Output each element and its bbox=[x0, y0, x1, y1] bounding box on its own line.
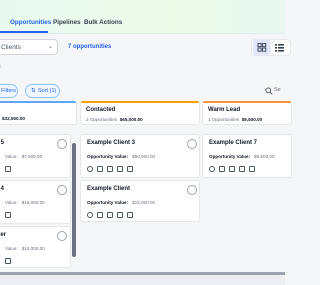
card-title: Example Client 7 bbox=[209, 140, 258, 146]
opportunity-count: 7 opportunities bbox=[68, 44, 112, 50]
opportunity-card[interactable]: t 5 Value:$7,500.00 bbox=[0, 134, 71, 178]
grid-view-button[interactable] bbox=[253, 40, 271, 55]
column-header-warm-lead: Warm Lead 1 Opportunities $9,500.00 bbox=[202, 101, 292, 125]
sort-label: Sort (1) bbox=[38, 88, 57, 94]
tab-pipelines[interactable]: Pipelines bbox=[53, 19, 81, 26]
opportunity-card[interactable]: Example Client Opportunity Value: $15,000… bbox=[80, 180, 200, 222]
tag-icon[interactable] bbox=[219, 166, 225, 172]
column-title: Warm Lead bbox=[208, 107, 241, 113]
search-input[interactable]: Se bbox=[262, 84, 292, 98]
column-color-bar bbox=[0, 101, 76, 103]
card-title: t 4 bbox=[0, 186, 5, 192]
header-fragment-label: ıt bbox=[0, 64, 1, 70]
card-title: Example Client bbox=[87, 186, 131, 192]
search-icon bbox=[265, 87, 273, 95]
calendar-icon[interactable] bbox=[5, 166, 11, 172]
column-header-contacted: Contacted 2 Opportunities $65,000.00 bbox=[80, 101, 200, 125]
column-total: $32,500.00 bbox=[2, 116, 25, 121]
top-tab-bar: Opportunities Pipelines Bulk Actions bbox=[0, 0, 285, 34]
sort-icon: ⇅ bbox=[31, 88, 36, 94]
calendar-icon[interactable] bbox=[249, 166, 255, 172]
opportunity-card[interactable]: lier Value:$10,000.00 bbox=[0, 226, 71, 268]
horizontal-scrollbar[interactable] bbox=[0, 272, 285, 285]
tag-icon[interactable] bbox=[97, 166, 103, 172]
card-value: Opportunity Value: $50,000.00 bbox=[87, 154, 156, 159]
chat-icon[interactable] bbox=[209, 166, 215, 172]
tab-opportunities[interactable]: Opportunities bbox=[10, 19, 51, 26]
assign-user-icon[interactable] bbox=[57, 185, 67, 195]
document-icon[interactable] bbox=[107, 166, 113, 172]
assign-user-icon[interactable] bbox=[187, 185, 197, 195]
card-value: Opportunity Value: $9,500.00 bbox=[209, 154, 275, 159]
chat-icon[interactable] bbox=[87, 212, 93, 218]
column-meta: 1 Opportunities $9,500.00 bbox=[208, 117, 263, 122]
column-title: Contacted bbox=[86, 107, 116, 113]
opportunity-card[interactable]: Example Client 3 Opportunity Value: $50,0… bbox=[80, 134, 200, 178]
document-icon[interactable] bbox=[229, 166, 235, 172]
assign-user-icon[interactable] bbox=[187, 139, 197, 149]
note-icon[interactable] bbox=[117, 166, 123, 172]
column-meta: 2 Opportunities $65,000.00 bbox=[86, 117, 143, 122]
card-title: t 5 bbox=[0, 140, 5, 146]
assign-user-icon[interactable] bbox=[57, 139, 67, 149]
column-scrollbar[interactable] bbox=[72, 143, 76, 257]
chat-icon[interactable] bbox=[87, 166, 93, 172]
assign-user-icon[interactable] bbox=[57, 231, 67, 241]
active-tab-indicator bbox=[0, 31, 48, 33]
tab-bulk-actions[interactable]: Bulk Actions bbox=[84, 19, 122, 26]
card-value: Value: $15,000.00 bbox=[5, 200, 45, 205]
opportunity-card[interactable]: t 4 Value:$15,000.00 bbox=[0, 180, 71, 224]
card-title: Example Client 3 bbox=[87, 140, 136, 146]
list-view-button[interactable] bbox=[271, 40, 289, 55]
note-icon[interactable] bbox=[117, 212, 123, 218]
opportunity-card[interactable]: Example Client 7 Opportunity Value: $9,50… bbox=[202, 134, 292, 178]
calendar-icon[interactable] bbox=[127, 166, 133, 172]
column-color-bar bbox=[203, 101, 291, 103]
list-view-icon bbox=[275, 44, 284, 52]
filters-button[interactable]: Filters bbox=[0, 84, 18, 98]
column-color-bar bbox=[81, 101, 199, 103]
filters-label: Filters bbox=[1, 88, 16, 94]
card-title: lier bbox=[0, 232, 7, 238]
calendar-icon[interactable] bbox=[127, 212, 133, 218]
column-header-new: $32,500.00 bbox=[0, 101, 77, 125]
pipeline-select-value: Clients bbox=[1, 44, 21, 51]
calendar-icon[interactable] bbox=[5, 258, 11, 264]
search-placeholder: Se bbox=[274, 87, 281, 93]
note-icon[interactable] bbox=[239, 166, 245, 172]
view-toggle-group bbox=[251, 39, 291, 56]
chevron-down-icon: ⌄ bbox=[48, 44, 54, 50]
pipeline-select[interactable]: Clients ⌄ bbox=[0, 39, 58, 55]
grid-view-icon bbox=[257, 43, 267, 52]
card-value: Value: $10,000.00 bbox=[5, 246, 45, 251]
card-value: Value: $7,500.00 bbox=[5, 154, 43, 159]
sort-button[interactable]: ⇅ Sort (1) bbox=[25, 84, 60, 98]
calendar-icon[interactable] bbox=[5, 212, 11, 218]
card-value: Opportunity Value: $15,000.00 bbox=[87, 200, 156, 205]
document-icon[interactable] bbox=[107, 212, 113, 218]
tag-icon[interactable] bbox=[97, 212, 103, 218]
